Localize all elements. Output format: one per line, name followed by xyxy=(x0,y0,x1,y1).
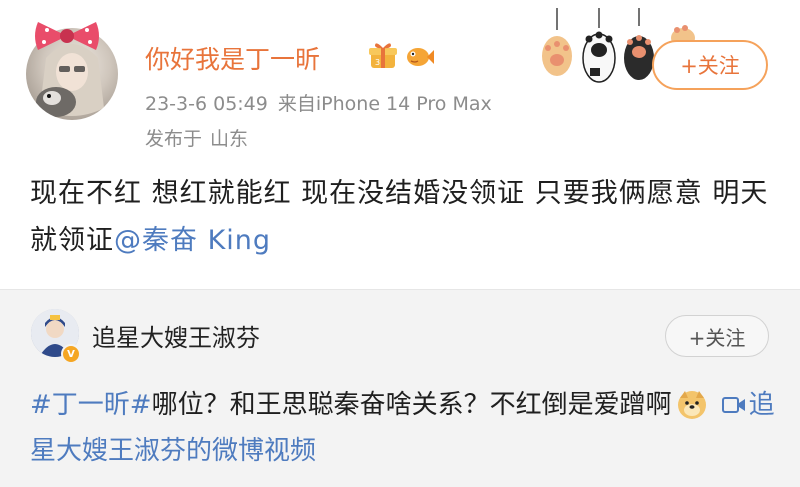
svg-text:3: 3 xyxy=(375,58,380,67)
video-icon[interactable] xyxy=(721,395,746,415)
post-meta: 23-3-6 05:49 来自iPhone 14 Pro Max xyxy=(145,89,492,116)
fish-icon[interactable] xyxy=(403,40,435,72)
repost-text: 哪位？和王思聪秦奋啥关系？不红倒是爱蹭啊 xyxy=(151,390,672,420)
post-time: 23-3-6 05:49 xyxy=(145,93,268,115)
verified-v-icon: V xyxy=(61,344,81,364)
follow-button[interactable]: +关注 xyxy=(652,40,768,90)
repost-body: #丁一昕#哪位？和王思聪秦奋啥关系？不红倒是爱蹭啊 追星大嫂王淑芬的微博视频 xyxy=(30,382,775,474)
location-prefix: 发布于 xyxy=(145,128,203,150)
author-name[interactable]: 你好我是丁一昕 xyxy=(145,40,320,76)
author-badges: 3 xyxy=(367,40,435,72)
mention-link[interactable]: @秦奋 King xyxy=(114,225,271,256)
post-source: 来自iPhone 14 Pro Max xyxy=(277,93,492,115)
hashtag-link[interactable]: #丁一昕# xyxy=(30,390,152,420)
repost-follow-button[interactable]: +关注 xyxy=(665,315,769,357)
bow-icon xyxy=(35,22,99,50)
repost-author-name[interactable]: 追星大嫂王淑芬 xyxy=(92,318,260,353)
doge-emoji-icon xyxy=(677,391,706,419)
author-avatar-wrapper[interactable] xyxy=(26,22,118,120)
post-location: 发布于 山东 xyxy=(145,124,248,151)
location-value: 山东 xyxy=(210,128,249,150)
post-body: 现在不红 想红就能红 现在没结婚没领证 只要我俩愿意 明天就领证@秦奋 King xyxy=(30,170,775,264)
vip-gift-icon[interactable]: 3 xyxy=(367,40,399,72)
